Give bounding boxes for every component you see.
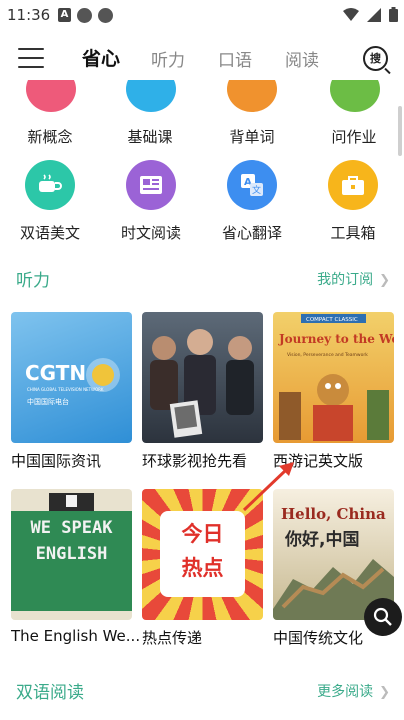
journey-west-cover: COMPACT CLASSIC Journey to the West Visi…: [273, 312, 394, 443]
my-subscriptions-link[interactable]: 我的订阅 ❯: [317, 269, 390, 289]
feature-label: 省心翻译: [221, 224, 282, 242]
cgtn-cover: CGTN CHINA GLOBAL TELEVISION NETWORK 中国国…: [11, 312, 132, 443]
feature-label: 背单词: [229, 128, 275, 146]
cgtn-radio-text: 中国国际电台: [27, 397, 69, 406]
tab-speaking[interactable]: 口语: [218, 46, 252, 71]
app-notification-icon: A: [58, 8, 71, 22]
search-icon[interactable]: 搜: [363, 46, 388, 71]
we-speak-english-text: WE SPEAK ENGLISH: [30, 518, 113, 564]
cgtn-subtitle: CHINA GLOBAL TELEVISION NETWORK: [27, 387, 104, 392]
more-reading-link[interactable]: 更多阅读 ❯: [317, 681, 390, 701]
card-title: 中国国际资讯: [11, 452, 102, 470]
hello-china-title: Hello, China: [281, 505, 386, 523]
journey-title-text: Journey to the West: [278, 332, 394, 346]
toolbox-icon: [328, 160, 378, 210]
svg-text:文: 文: [252, 184, 261, 196]
feature-toolbox[interactable]: 工具箱: [303, 158, 403, 248]
feature-label: 时文阅读: [120, 224, 181, 242]
chevron-right-icon: ❯: [379, 273, 390, 288]
link-label: 更多阅读: [317, 684, 374, 700]
newspaper-icon: [126, 160, 176, 210]
cup-icon: [25, 160, 75, 210]
journey-subtitle-text: Vision, Perseverance and Teamwork: [287, 352, 368, 358]
tab-reading[interactable]: 阅读: [285, 46, 319, 71]
status-notification-icons: A: [58, 8, 113, 23]
card-title: 西游记英文版: [273, 452, 364, 470]
link-label: 我的订阅: [317, 272, 374, 288]
hot-topics-text: 今日热点: [181, 522, 224, 580]
menu-icon[interactable]: [18, 48, 44, 68]
feature-translate[interactable]: A文 省心翻译: [202, 158, 302, 248]
card-title: 热点传递: [142, 629, 203, 647]
we-speak-english-cover: WE SPEAK ENGLISH: [11, 489, 132, 620]
cards-icon: [227, 80, 277, 112]
feature-label: 问作业: [331, 128, 377, 146]
status-system-icons: [343, 7, 398, 22]
cgtn-logo-text: CGTN: [25, 361, 86, 385]
wifi-icon: [343, 8, 359, 21]
search-icon: [373, 607, 392, 626]
status-time: 11:36: [7, 6, 51, 24]
feature-label: 基础课: [127, 128, 173, 146]
floating-search-button[interactable]: [364, 598, 402, 636]
journey-badge-text: COMPACT CLASSIC: [306, 317, 358, 323]
feature-current-reading[interactable]: 时文阅读: [101, 158, 201, 248]
bilingual-reading-section-title: 双语阅读: [16, 683, 84, 703]
status-bar: 11:36 A: [0, 0, 404, 32]
battery-icon: [389, 7, 398, 22]
homework-icon: [330, 80, 380, 112]
listening-section-title: 听力: [16, 271, 50, 291]
feature-row-top: 新概念 基础课 背单词 问作业: [0, 80, 404, 154]
feature-bilingual-essays[interactable]: 双语美文: [0, 158, 100, 248]
card-title: 环球影视抢先看: [142, 452, 248, 470]
globe-icon: [98, 8, 113, 23]
movie-cover: [142, 312, 263, 443]
book-icon: [26, 80, 76, 112]
chevron-right-icon: ❯: [379, 685, 390, 700]
feature-label: 双语美文: [19, 224, 80, 242]
signal-icon: [367, 7, 381, 22]
card-title: The English We...: [11, 627, 141, 645]
tab-listening[interactable]: 听力: [151, 46, 185, 71]
tab-shengxin[interactable]: 省心: [82, 44, 120, 71]
feature-label: 工具箱: [330, 224, 376, 242]
pencil-icon: [126, 80, 176, 112]
globe-icon: [77, 8, 92, 23]
hello-china-chinese: 你好,中国: [284, 529, 359, 550]
feature-label: 新概念: [27, 128, 73, 146]
hot-topics-cover: 今日热点: [142, 489, 263, 620]
top-navigation: 省心 听力 口语 阅读 搜: [0, 36, 404, 80]
translate-icon: A文: [227, 160, 277, 210]
